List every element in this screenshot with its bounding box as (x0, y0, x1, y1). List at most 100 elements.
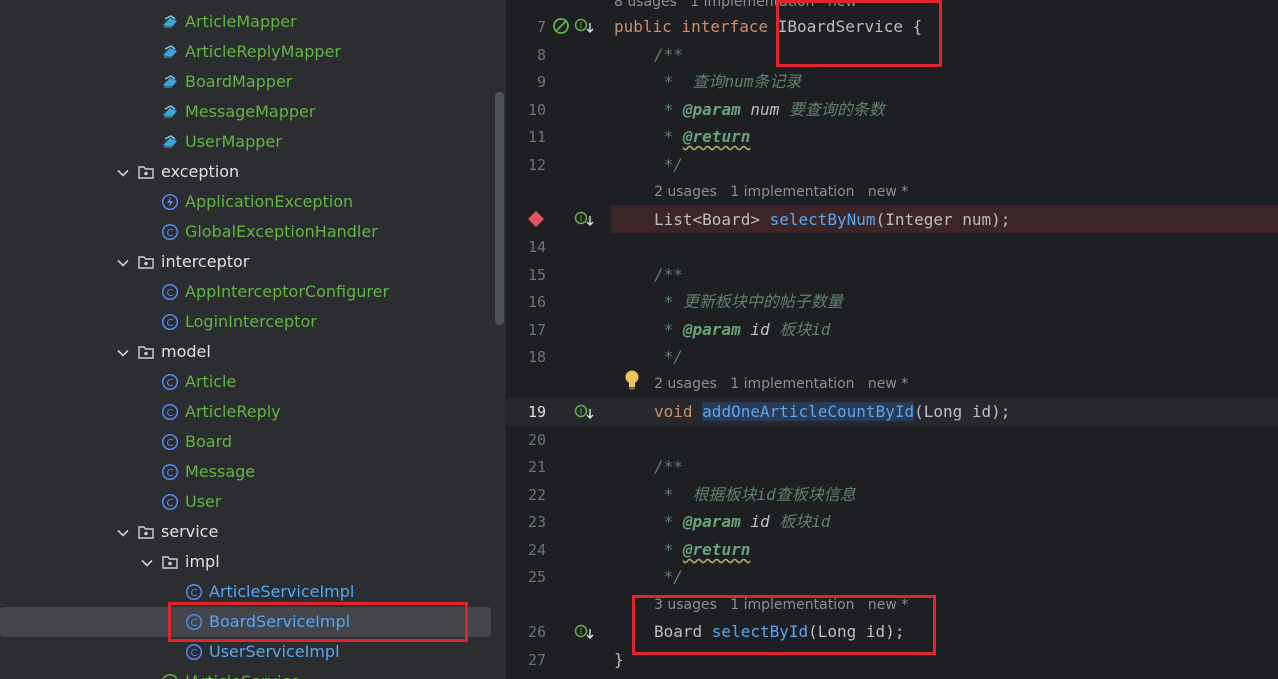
code-line-8[interactable]: /** (654, 45, 683, 65)
svg-text:I: I (580, 215, 583, 225)
package-folder-icon (137, 523, 155, 541)
tree-item-iarticleservice[interactable]: I IArticleService (0, 667, 491, 679)
code-line-10[interactable]: * @param num 要查询的条数 (654, 100, 885, 120)
chevron-down-icon[interactable] (116, 255, 130, 269)
code-line-15[interactable]: /** (654, 265, 683, 285)
tree-item-label: GlobalExceptionHandler (185, 222, 378, 241)
tree-item-boardmapper[interactable]: BoardMapper (0, 67, 491, 97)
code-line-27[interactable]: } (614, 650, 624, 670)
line-number-current: 19 (527, 403, 546, 421)
code-line-17[interactable]: * @param id 板块id (654, 320, 831, 340)
javadoc-desc: 要查询的条数 (779, 100, 885, 119)
tree-item-userserviceimpl[interactable]: C UserServiceImpl (0, 637, 491, 667)
usages-hint[interactable]: 3 usages 1 implementation new * (654, 595, 908, 615)
exception-class-icon (161, 193, 179, 211)
tree-item-label: model (161, 342, 211, 361)
chevron-down-icon[interactable] (140, 555, 154, 569)
svg-text:C: C (191, 618, 198, 629)
tree-item-articleserviceimpl[interactable]: C ArticleServiceImpl (0, 577, 491, 607)
tree-item-label: MessageMapper (185, 102, 316, 121)
code-line-24[interactable]: * @return (654, 540, 751, 560)
javadoc-tag: @param (682, 100, 741, 119)
tree-item-label: User (185, 492, 222, 511)
tree-folder-service[interactable]: service (0, 517, 491, 547)
implemented-by-icon[interactable]: I (574, 210, 596, 230)
tree-folder-interceptor[interactable]: interceptor (0, 247, 491, 277)
tree-item-appinterceptorconfigurer[interactable]: C AppInterceptorConfigurer (0, 277, 491, 307)
comment-star: * (654, 127, 683, 146)
tree-item-applicationexception[interactable]: ApplicationException (0, 187, 491, 217)
usages-hint[interactable]: 2 usages 1 implementation new * (654, 182, 908, 202)
code-line-26[interactable]: Board selectById(Long id); (654, 622, 904, 642)
package-folder-icon (137, 163, 155, 181)
code-line-7[interactable]: public interface IBoardService { (614, 17, 922, 37)
code-line-23[interactable]: * @param id 板块id (654, 512, 831, 532)
line-number: 9 (536, 73, 546, 91)
brace: { (903, 17, 923, 36)
lightbulb-icon[interactable] (623, 369, 641, 391)
tree-item-board[interactable]: C Board (0, 427, 491, 457)
implemented-by-icon[interactable]: I (574, 623, 596, 643)
mapper-icon (161, 103, 179, 121)
line-number: 14 (527, 238, 546, 256)
no-entry-icon[interactable] (552, 17, 570, 35)
svg-text:C: C (167, 378, 174, 389)
tree-folder-model[interactable]: model (0, 337, 491, 367)
tree-item-article[interactable]: C Article (0, 367, 491, 397)
javadoc-tag: @param (682, 320, 741, 339)
tree-item-logininterceptor[interactable]: C LoginInterceptor (0, 307, 491, 337)
method-params: (Long id); (914, 402, 1011, 421)
implemented-by-icon[interactable]: I (574, 403, 596, 423)
code-editor[interactable]: 8 usages 1 implementation new * 7 8 9 10… (506, 0, 1278, 679)
tree-item-label: Message (185, 462, 256, 481)
tree-item-label: exception (161, 162, 240, 181)
breakpoint-icon[interactable] (527, 210, 545, 228)
line-number: 17 (527, 321, 546, 339)
tree-item-boardserviceimpl[interactable]: C BoardServiceImpl (0, 607, 491, 637)
method-name: selectById (711, 622, 809, 641)
tree-item-articlereplymapper[interactable]: ArticleReplyMapper (0, 37, 491, 67)
tree-item-usermapper[interactable]: UserMapper (0, 127, 491, 157)
code-line-18[interactable]: */ (654, 347, 683, 367)
implemented-by-icon[interactable]: I (574, 17, 596, 37)
code-line-13[interactable]: List<Board> selectByNum(Integer num); (654, 210, 1010, 230)
keyword: public interface (614, 17, 778, 36)
usages-hint[interactable]: 2 usages 1 implementation new * (654, 374, 908, 394)
chevron-down-icon[interactable] (116, 525, 130, 539)
tree-folder-exception[interactable]: exception (0, 157, 491, 187)
mapper-icon (161, 133, 179, 151)
comment-star: * (654, 320, 683, 339)
code-line-12[interactable]: */ (654, 155, 683, 175)
code-line-22[interactable]: * 根据板块id查板块信息 (654, 485, 856, 505)
tree-item-messagemapper[interactable]: MessageMapper (0, 97, 491, 127)
line-number: 24 (527, 541, 546, 559)
tree-item-message[interactable]: C Message (0, 457, 491, 487)
line-number: 16 (527, 293, 546, 311)
class-icon: C (161, 283, 179, 301)
tree-folder-impl[interactable]: impl (0, 547, 491, 577)
tree-item-label: service (161, 522, 219, 541)
tree-scrollbar[interactable] (495, 92, 504, 325)
code-line-25[interactable]: */ (654, 567, 683, 587)
svg-text:C: C (167, 468, 174, 479)
chevron-down-icon[interactable] (116, 345, 130, 359)
code-line-21[interactable]: /** (654, 457, 683, 477)
top-usages-hint[interactable]: 8 usages 1 implementation new * (614, 0, 868, 12)
chevron-down-icon[interactable] (116, 165, 130, 179)
tree-item-globalexceptionhandler[interactable]: C GlobalExceptionHandler (0, 217, 491, 247)
code-line-9[interactable]: * 查询num条记录 (654, 72, 802, 92)
method-params: (Integer num); (875, 210, 1011, 229)
tree-item-articlemapper[interactable]: ArticleMapper (0, 7, 491, 37)
code-line-19[interactable]: void addOneArticleCountById(Long id); (654, 402, 1010, 422)
code-line-11[interactable]: * @return (654, 127, 751, 147)
svg-text:C: C (191, 648, 198, 659)
line-number: 21 (527, 458, 546, 476)
tree-item-user[interactable]: C User (0, 487, 491, 517)
javadoc-desc: 板块id (769, 320, 831, 339)
line-number: 15 (527, 266, 546, 284)
class-icon: C (161, 463, 179, 481)
line-number: 25 (527, 568, 546, 586)
code-line-16[interactable]: * 更新板块中的帖子数量 (654, 292, 843, 312)
tree-item-articlereply[interactable]: C ArticleReply (0, 397, 491, 427)
class-icon: C (161, 433, 179, 451)
